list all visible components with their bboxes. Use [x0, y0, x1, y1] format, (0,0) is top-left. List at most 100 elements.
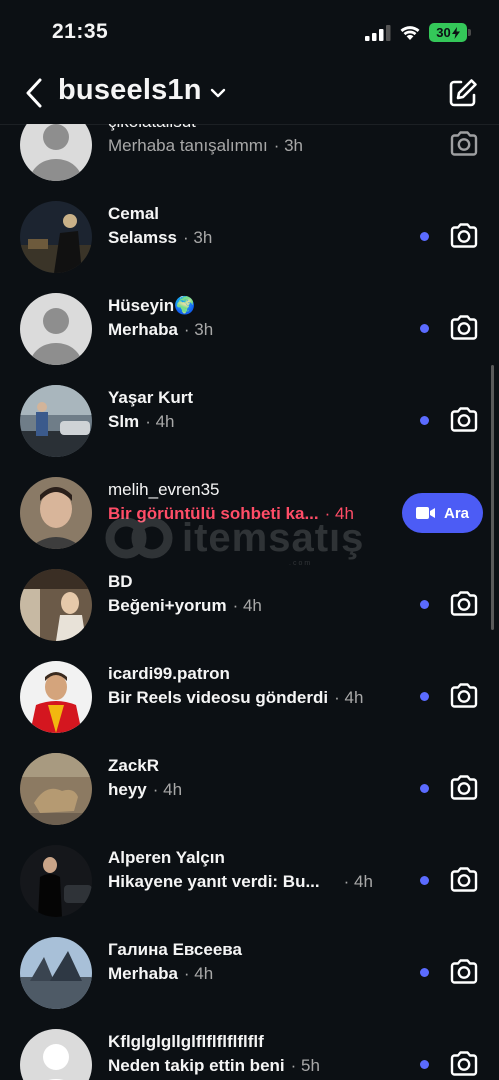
camera-icon[interactable] — [448, 864, 480, 896]
message-preview: Neden takip ettin beni · 5h — [108, 1056, 320, 1076]
camera-icon[interactable] — [448, 404, 480, 436]
status-time: 21:35 — [52, 20, 109, 43]
compose-message-icon[interactable] — [446, 76, 480, 110]
battery-cap — [468, 29, 471, 36]
avatar — [20, 124, 92, 181]
message-preview: Merhaba tanışalımmı · 3h — [108, 136, 303, 156]
message-text: Bir Reels videosu gönderdi — [108, 688, 329, 707]
contact-name: BD — [108, 572, 133, 591]
battery-indicator: 30 — [429, 23, 467, 42]
camera-icon[interactable] — [448, 128, 480, 160]
contact-name: Галина Евсеева — [108, 940, 242, 959]
message-preview: heyy · 4h — [108, 780, 182, 800]
unread-dot — [420, 232, 429, 241]
message-time: · 3h — [273, 136, 303, 155]
camera-icon[interactable] — [448, 772, 480, 804]
avatar — [20, 293, 92, 365]
contact-name: icardi99.patron — [108, 664, 230, 683]
message-time: · 5h — [290, 1056, 320, 1075]
conversation-row[interactable]: Kflglglgllglflflflflflflf Neden takip et… — [0, 1018, 499, 1080]
message-time: · 4h — [334, 688, 364, 707]
message-time: · 4h — [324, 504, 354, 523]
avatar — [20, 753, 92, 825]
account-username: buseels1n — [58, 74, 202, 106]
back-arrow-icon[interactable] — [22, 77, 48, 109]
message-time: · 4h — [145, 412, 175, 431]
unread-dot — [420, 324, 429, 333]
unread-dot — [420, 968, 429, 977]
video-call-button[interactable]: Ara — [402, 493, 483, 533]
conversation-row[interactable]: Hüseyin🌍 Merhaba · 3h — [0, 282, 499, 374]
conversation-row[interactable]: icardi99.patron Bir Reels videosu gönder… — [0, 650, 499, 742]
message-text: Merhaba — [108, 320, 178, 339]
message-text: Beğeni+yorum — [108, 596, 227, 615]
camera-icon[interactable] — [448, 956, 480, 988]
avatar — [20, 385, 92, 457]
contact-name: Cemal — [108, 204, 160, 223]
unread-dot — [420, 416, 429, 425]
conversation-row[interactable]: BD Beğeni+yorum · 4h — [0, 558, 499, 650]
message-preview: Merhaba · 3h — [108, 320, 213, 340]
avatar — [20, 201, 92, 273]
status-bar: 21:35 30 — [0, 0, 499, 62]
unread-dot — [420, 876, 429, 885]
contact-name: Kflglglgllglflflflflflflf — [108, 1032, 264, 1051]
message-time: · 4h — [183, 964, 214, 983]
avatar — [20, 569, 92, 641]
message-time: · 4h — [343, 872, 373, 891]
conversation-row[interactable]: çikolatalisut Merhaba tanışalımmı · 3h — [0, 124, 499, 190]
message-text: Bir görüntülü sohbeti ka... — [108, 504, 319, 523]
message-preview: Slm · 4h — [108, 412, 174, 432]
message-preview: Beğeni+yorum · 4h — [108, 596, 262, 616]
message-time: · 4h — [152, 780, 183, 799]
conversation-row[interactable]: Yaşar Kurt Slm · 4h — [0, 374, 499, 466]
camera-icon[interactable] — [448, 1048, 480, 1080]
message-preview: Hikayene yanıt verdi: Bu... · 4h — [108, 872, 373, 892]
conversation-row[interactable]: ZackR heyy · 4h — [0, 742, 499, 834]
charging-bolt-icon — [451, 26, 460, 39]
cellular-signal-icon — [365, 25, 391, 41]
camera-icon[interactable] — [448, 588, 480, 620]
message-text: heyy — [108, 780, 147, 799]
message-text: Hikayene yanıt verdi: Bu... — [108, 872, 320, 891]
contact-name: Yaşar Kurt — [108, 388, 194, 407]
avatar — [20, 661, 92, 733]
avatar — [20, 1029, 92, 1080]
avatar — [20, 477, 92, 549]
message-preview: Bir görüntülü sohbeti ka... · 4h — [108, 504, 354, 524]
conversation-row[interactable]: Alperen Yalçın Hikayene yanıt verdi: Bu.… — [0, 834, 499, 926]
unread-dot — [420, 1060, 429, 1069]
message-text: Selamss — [108, 228, 177, 247]
contact-name: ZackR — [108, 756, 160, 775]
battery-level: 30 — [436, 25, 451, 40]
message-time: · 3h — [183, 228, 213, 247]
call-button-label: Ara — [443, 504, 469, 522]
unread-dot — [420, 600, 429, 609]
account-switcher[interactable]: buseels1n — [58, 74, 226, 107]
conversation-list[interactable]: çikolatalisut Merhaba tanışalımmı · 3h C… — [0, 124, 499, 1080]
contact-name: melih_evren35 — [108, 480, 220, 499]
contact-name: çikolatalisut — [108, 124, 196, 132]
camera-icon[interactable] — [448, 312, 480, 344]
video-camera-icon — [415, 507, 435, 519]
scroll-indicator[interactable] — [491, 365, 494, 630]
contact-name: Hüseyin🌍 — [108, 296, 196, 315]
unread-dot — [420, 692, 429, 701]
unread-dot — [420, 784, 429, 793]
camera-icon[interactable] — [448, 220, 480, 252]
camera-icon[interactable] — [448, 680, 480, 712]
message-text: Slm — [108, 412, 140, 431]
conversation-row[interactable]: Cemal Selamss · 3h — [0, 190, 499, 282]
message-time: · 3h — [183, 320, 214, 339]
message-text: Merhaba — [108, 964, 178, 983]
wifi-icon — [400, 26, 420, 40]
message-preview: Merhaba · 4h — [108, 964, 213, 984]
conversation-row[interactable]: melih_evren35 Bir görüntülü sohbeti ka..… — [0, 466, 499, 558]
conversation-row[interactable]: Галина Евсеева Merhaba · 4h — [0, 926, 499, 1018]
contact-name: Alperen Yalçın — [108, 848, 225, 867]
messages-header: buseels1n — [0, 62, 499, 125]
avatar — [20, 845, 92, 917]
avatar — [20, 937, 92, 1009]
message-text: Merhaba tanışalımmı — [108, 136, 268, 155]
message-time: · 4h — [232, 596, 262, 615]
